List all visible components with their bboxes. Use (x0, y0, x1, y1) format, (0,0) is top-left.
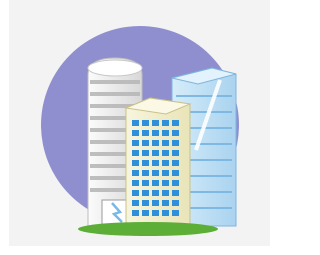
ground-ellipse (78, 222, 218, 236)
yellow-tower (124, 97, 192, 231)
office-buildings-icon (41, 26, 239, 236)
